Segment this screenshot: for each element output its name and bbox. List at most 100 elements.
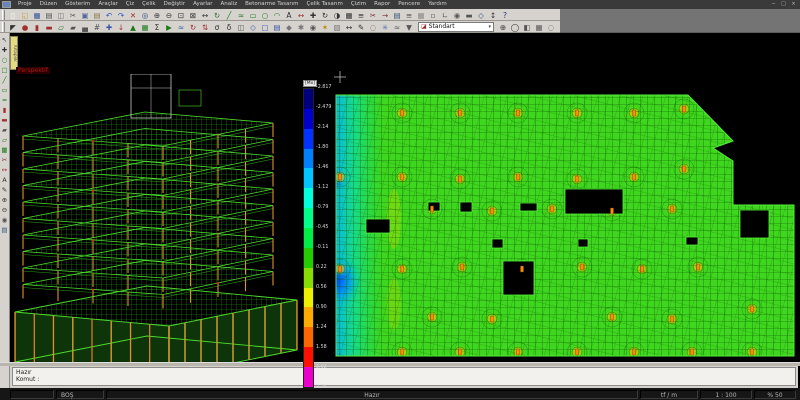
- style-combobox[interactable]: ◪ Standart ▾: [418, 21, 494, 32]
- freeze-icon[interactable]: ✳: [379, 21, 391, 32]
- dimension-icon[interactable]: ↔: [295, 9, 307, 20]
- wall-icon[interactable]: ▰: [0, 125, 9, 135]
- slab-icon[interactable]: ▱: [55, 21, 67, 32]
- extend-icon[interactable]: →: [379, 9, 391, 20]
- window-control-icon[interactable]: □: [780, 0, 787, 9]
- zoom-out-icon[interactable]: ⊖: [163, 9, 175, 20]
- menu-item[interactable]: Yardım: [424, 0, 451, 9]
- rotate-icon[interactable]: ↻: [319, 9, 331, 20]
- rectangle-icon[interactable]: □: [0, 65, 9, 75]
- wireframe-icon[interactable]: ▦: [533, 21, 545, 32]
- mesh-icon[interactable]: ▦: [0, 145, 9, 155]
- layers-icon[interactable]: ▤: [391, 9, 403, 20]
- walkthrough-icon[interactable]: ✱: [295, 21, 307, 32]
- dimension-icon[interactable]: ↔: [0, 165, 9, 175]
- spline-icon[interactable]: ≈: [0, 95, 9, 105]
- render-icon[interactable]: ◆: [283, 21, 295, 32]
- beam-icon[interactable]: ▬: [0, 115, 9, 125]
- polyline-icon[interactable]: ≈: [235, 9, 247, 20]
- save-icon[interactable]: ▦: [31, 9, 43, 20]
- zoom-in-icon[interactable]: ⊕: [0, 195, 9, 205]
- circle-icon[interactable]: ○: [259, 9, 271, 20]
- trim-icon[interactable]: ✂: [367, 9, 379, 20]
- menu-item[interactable]: Ayarlar: [189, 0, 216, 9]
- arc-icon[interactable]: ◠: [271, 9, 283, 20]
- camera-icon[interactable]: ◉: [307, 21, 319, 32]
- light-icon[interactable]: ✶: [319, 21, 331, 32]
- text-icon[interactable]: A: [283, 9, 295, 20]
- print-icon[interactable]: ▤: [43, 9, 55, 20]
- menu-item[interactable]: Gösterim: [61, 0, 94, 9]
- stress-icon[interactable]: σ: [211, 21, 223, 32]
- pan-icon[interactable]: ↔: [199, 9, 211, 20]
- window-control-icon[interactable]: ─: [770, 0, 777, 9]
- grid-icon[interactable]: ▦: [415, 9, 427, 20]
- annotate-icon[interactable]: ✎: [0, 185, 9, 195]
- move-icon[interactable]: ✚: [0, 45, 9, 55]
- menu-item[interactable]: Çizim: [347, 0, 370, 9]
- realtime-zoom-icon[interactable]: ⊕: [497, 21, 509, 32]
- copy-icon[interactable]: ▣: [79, 9, 91, 20]
- beam-icon[interactable]: ▬: [43, 21, 55, 32]
- circle-icon[interactable]: ○: [0, 55, 9, 65]
- menu-item[interactable]: Düzen: [36, 0, 61, 9]
- pin-icon[interactable]: ▼: [403, 21, 415, 32]
- help-icon[interactable]: ?: [499, 9, 511, 20]
- revision-icon[interactable]: ◌: [367, 21, 379, 32]
- ortho-icon[interactable]: ∟: [439, 9, 451, 20]
- polyline-icon[interactable]: ▭: [0, 85, 9, 95]
- menu-item[interactable]: Değiştir: [160, 0, 189, 9]
- command-prompt[interactable]: Komut :: [16, 376, 792, 383]
- stairs-icon[interactable]: #: [91, 21, 103, 32]
- plan-view-icon[interactable]: ▢: [259, 21, 271, 32]
- menu-item[interactable]: Analiz: [217, 0, 242, 9]
- hide-icon[interactable]: ◌: [545, 21, 557, 32]
- open-icon[interactable]: ◱: [19, 9, 31, 20]
- menu-item[interactable]: Çiz: [122, 0, 138, 9]
- cut-icon[interactable]: ✂: [67, 9, 79, 20]
- elevation-icon[interactable]: ▤: [271, 21, 283, 32]
- toolbar-grip[interactable]: [2, 9, 5, 20]
- chevron-down-icon[interactable]: ▾: [488, 24, 491, 30]
- annotate-icon[interactable]: ✎: [355, 21, 367, 32]
- run-analysis-icon[interactable]: ▶: [163, 21, 175, 32]
- pointer-icon[interactable]: ↖: [0, 35, 9, 45]
- camera-icon[interactable]: ◉: [0, 215, 9, 225]
- wall-icon[interactable]: ▰: [67, 21, 79, 32]
- window-icon[interactable]: [2, 1, 11, 8]
- slab-icon[interactable]: ▱: [0, 135, 9, 145]
- zoom-out-icon[interactable]: ⊖: [0, 205, 9, 215]
- view-3d-icon[interactable]: ◇: [247, 21, 259, 32]
- paste-icon[interactable]: ▤: [91, 9, 103, 20]
- layers-icon[interactable]: ▤: [0, 225, 9, 235]
- zoom-in-icon[interactable]: ⊕: [151, 9, 163, 20]
- menu-item[interactable]: Pencere: [394, 0, 424, 9]
- snap-icon[interactable]: ▫: [427, 9, 439, 20]
- analyze-icon[interactable]: Σ: [151, 21, 163, 32]
- menu-item[interactable]: Proje: [14, 0, 36, 9]
- find-icon[interactable]: ◎: [139, 9, 151, 20]
- rectangle-icon[interactable]: ▭: [247, 9, 259, 20]
- axis-icon[interactable]: ✚: [103, 21, 115, 32]
- regen-icon[interactable]: ↻: [211, 9, 223, 20]
- select-arrow-icon[interactable]: ◤: [7, 21, 19, 32]
- mirror-icon[interactable]: ◑: [331, 9, 343, 20]
- menu-item[interactable]: Araçlar: [94, 0, 122, 9]
- orbit-icon[interactable]: ◯: [509, 21, 521, 32]
- menu-item[interactable]: Çelik: [138, 0, 159, 9]
- new-icon[interactable]: ▯: [7, 9, 19, 20]
- shear-icon[interactable]: ⇅: [199, 21, 211, 32]
- zoom-extents-icon[interactable]: ⊠: [187, 9, 199, 20]
- lineweight-icon[interactable]: ▬: [463, 9, 475, 20]
- redo-icon[interactable]: ↷: [115, 9, 127, 20]
- viewport-3d[interactable]: Perspektif: [11, 66, 301, 395]
- print-preview-icon[interactable]: ◫: [55, 9, 67, 20]
- shade-icon[interactable]: ◧: [521, 21, 533, 32]
- properties-icon[interactable]: ≡: [403, 9, 415, 20]
- support-icon[interactable]: ▲: [127, 21, 139, 32]
- measure-icon[interactable]: ↕: [487, 9, 499, 20]
- moment-icon[interactable]: ↻: [187, 21, 199, 32]
- zoom-window-icon[interactable]: ⊡: [175, 9, 187, 20]
- trim-icon[interactable]: ✂: [0, 155, 9, 165]
- material-icon[interactable]: ▨: [331, 21, 343, 32]
